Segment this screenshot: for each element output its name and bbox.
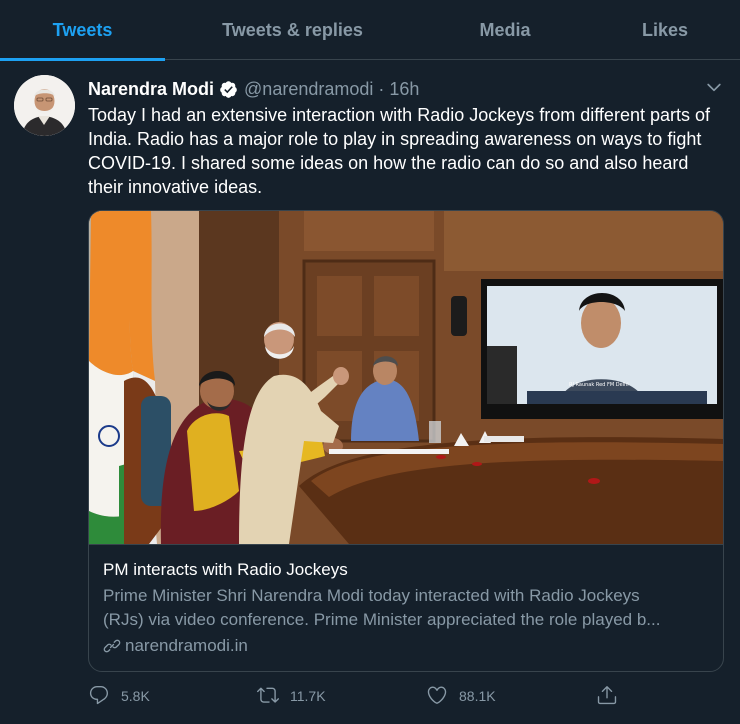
tv-caption: RJ Raunak Red FM Delhi	[569, 382, 629, 388]
like-button[interactable]: 88.1K	[426, 681, 496, 711]
link-icon	[103, 637, 121, 655]
card-domain: narendramodi.in	[103, 635, 711, 657]
tweet[interactable]: Narendra Modi @narendramodi · 16h Today …	[0, 61, 740, 724]
like-count: 88.1K	[459, 688, 496, 704]
retweet-button[interactable]: 11.7K	[257, 681, 326, 711]
tweet-timestamp[interactable]: 16h	[389, 79, 419, 100]
avatar[interactable]	[14, 75, 75, 136]
share-icon	[596, 684, 618, 709]
reply-icon	[88, 684, 110, 709]
card-image: RJ Raunak Red FM Delhi	[89, 211, 723, 544]
tab-tweets[interactable]: Tweets	[0, 0, 165, 61]
tweet-actions: 5.8K 11.7K 88.1K	[88, 681, 628, 711]
profile-tabs: Tweets Tweets & replies Media Likes	[0, 0, 740, 61]
tab-likes[interactable]: Likes	[590, 0, 740, 60]
tab-media[interactable]: Media	[420, 0, 590, 60]
separator-dot: ·	[378, 78, 385, 99]
verified-badge-icon	[219, 80, 238, 99]
card-domain-text: narendramodi.in	[125, 636, 248, 655]
chevron-down-icon[interactable]	[704, 77, 724, 97]
author-name[interactable]: Narendra Modi	[88, 79, 214, 100]
link-card[interactable]: RJ Raunak Red FM Delhi PM interacts with…	[88, 210, 724, 672]
card-body: PM interacts with Radio Jockeys Prime Mi…	[89, 544, 723, 671]
retweet-icon	[257, 684, 279, 709]
heart-icon	[426, 684, 448, 709]
tweet-header: Narendra Modi @narendramodi · 16h	[88, 77, 419, 101]
retweet-count: 11.7K	[290, 688, 326, 704]
card-title: PM interacts with Radio Jockeys	[103, 560, 348, 579]
author-handle[interactable]: @narendramodi	[244, 79, 373, 100]
tab-tweets-and-replies[interactable]: Tweets & replies	[165, 0, 420, 60]
card-description-line-2: (RJs) via video conference. Prime Minist…	[103, 610, 661, 629]
share-button[interactable]	[596, 681, 618, 711]
reply-button[interactable]: 5.8K	[88, 681, 150, 711]
reply-count: 5.8K	[121, 688, 150, 704]
card-description-line-1: Prime Minister Shri Narendra Modi today …	[103, 586, 640, 605]
tweet-text: Today I had an extensive interaction wit…	[88, 105, 710, 197]
